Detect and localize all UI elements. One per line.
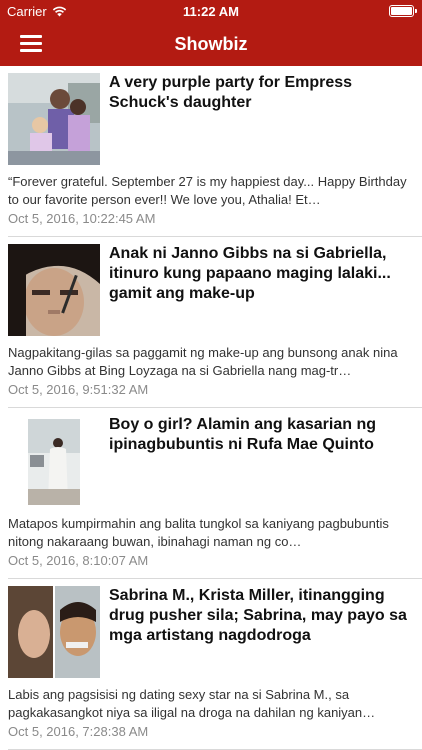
status-bar: Carrier 11:22 AM (0, 0, 422, 22)
article-date: Oct 5, 2016, 7:28:38 AM (8, 724, 149, 739)
article-date: Oct 5, 2016, 8:10:07 AM (8, 553, 149, 568)
battery-icon (389, 5, 417, 17)
article-thumbnail (8, 73, 100, 165)
article-headline[interactable]: Anak ni Janno Gibbs na si Gabriella, iti… (109, 244, 419, 304)
article-snippet: “Forever grateful. September 27 is my ha… (8, 174, 407, 207)
clock: 11:22 AM (183, 4, 239, 19)
article-thumbnail (8, 244, 100, 336)
article-list[interactable]: A very purple party for Empress Schuck's… (0, 66, 422, 750)
article-thumbnail (8, 586, 100, 678)
article-snippet: Nagpakitang-gilas sa paggamit ng make-up… (8, 345, 398, 378)
article-item[interactable]: Sabrina M., Krista Miller, itinangging d… (8, 579, 422, 750)
navigation-bar: Showbiz (0, 22, 422, 66)
article-item[interactable]: Anak ni Janno Gibbs na si Gabriella, iti… (8, 237, 422, 408)
article-snippet: Labis ang pagsisisi ng dating sexy star … (8, 687, 376, 720)
article-snippet: Matapos kumpirmahin ang balita tungkol s… (8, 516, 389, 549)
article-item[interactable]: Boy o girl? Alamin ang kasarian ng ipina… (8, 408, 422, 579)
article-date: Oct 5, 2016, 9:51:32 AM (8, 382, 149, 397)
article-headline[interactable]: Boy o girl? Alamin ang kasarian ng ipina… (109, 415, 419, 455)
page-title: Showbiz (174, 34, 248, 54)
article-thumbnail (8, 415, 100, 507)
article-headline[interactable]: Sabrina M., Krista Miller, itinangging d… (109, 586, 419, 646)
article-date: Oct 5, 2016, 10:22:45 AM (8, 211, 156, 226)
article-item[interactable]: A very purple party for Empress Schuck's… (8, 66, 422, 237)
article-headline[interactable]: A very purple party for Empress Schuck's… (109, 73, 419, 113)
